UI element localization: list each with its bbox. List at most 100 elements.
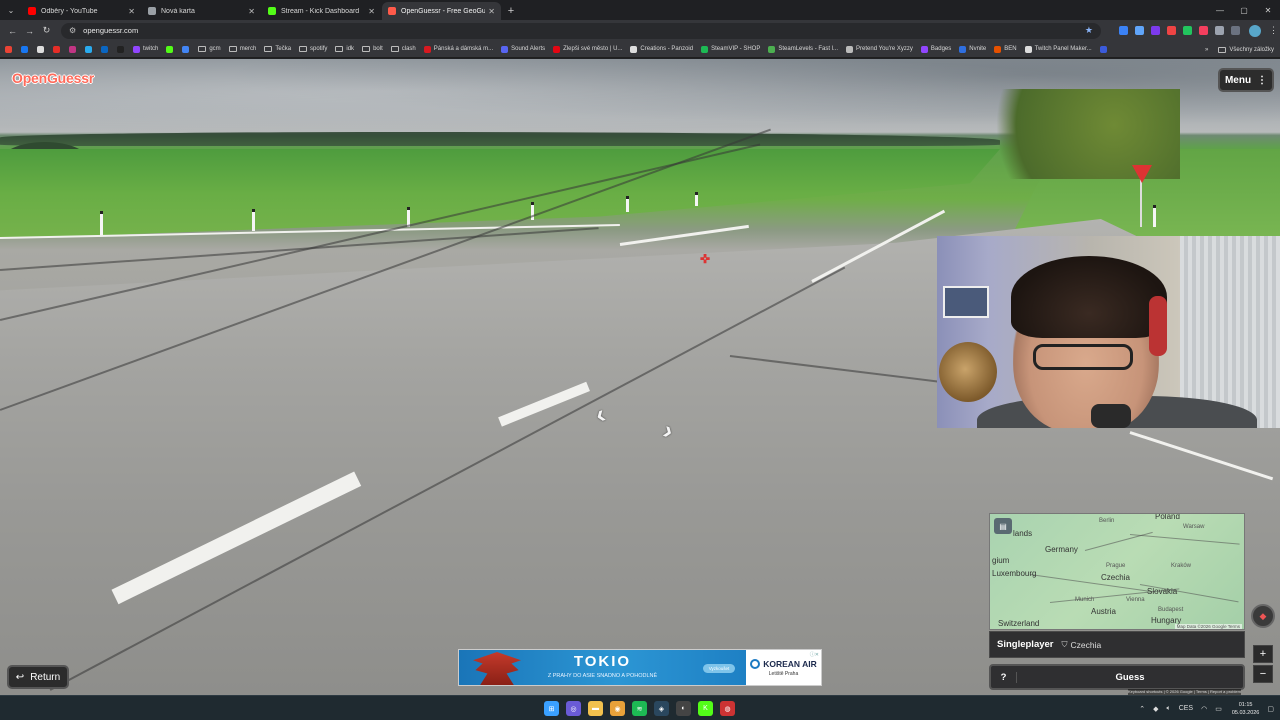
yield-sign — [1132, 165, 1152, 183]
site-info-icon[interactable]: ⚙ — [69, 26, 76, 35]
extension-icon[interactable] — [1167, 26, 1176, 35]
extension-icon[interactable] — [1183, 26, 1192, 35]
file-explorer-icon[interactable]: ▬ — [588, 701, 603, 716]
bookmark-item[interactable]: SteamVIP - SHOP — [701, 45, 760, 53]
bookmark-item[interactable]: SteamLevels - Fast l... — [768, 45, 838, 53]
bookmark-folder[interactable]: idk — [335, 46, 354, 52]
profile-avatar[interactable] — [1249, 24, 1261, 37]
bookmark-item[interactable]: Twitch Panel Maker... — [1024, 45, 1092, 53]
side-panel-icon[interactable] — [1231, 26, 1240, 35]
guess-minimap[interactable]: ▤ Map Data ©2026 Google Terms Poland Berl… — [989, 513, 1245, 630]
bookmark-item[interactable] — [117, 45, 127, 53]
maximize-icon[interactable]: ▢ — [1232, 0, 1256, 20]
kick-icon[interactable]: K — [698, 701, 713, 716]
browser-menu-icon[interactable]: ⋮ — [1269, 25, 1278, 36]
map-label-city: Warsaw — [1183, 524, 1205, 530]
volume-icon[interactable]: 🔈︎ — [1167, 705, 1171, 713]
extension-icon[interactable] — [1135, 26, 1144, 35]
wifi-icon[interactable]: ◠ — [1201, 705, 1207, 713]
bookmark-item[interactable] — [5, 45, 15, 53]
forward-icon[interactable]: → — [21, 22, 38, 39]
help-button[interactable]: ? — [991, 671, 1017, 683]
network-icon[interactable]: ◆ — [1153, 705, 1158, 713]
extensions-puzzle-icon[interactable] — [1215, 26, 1224, 35]
bookmark-folder[interactable]: clash — [390, 46, 416, 52]
bookmark-item[interactable] — [37, 45, 47, 53]
copilot-icon[interactable]: ◎ — [566, 701, 581, 716]
bookmark-item[interactable]: Badges — [920, 45, 951, 53]
map-region-label[interactable]: Czechia — [1071, 640, 1102, 650]
tab-close-icon[interactable]: ✕ — [488, 7, 495, 16]
spotify-icon[interactable]: ≋ — [632, 701, 647, 716]
bookmark-item[interactable] — [53, 45, 63, 53]
back-icon[interactable]: ← — [4, 22, 21, 39]
bookmark-item[interactable]: Pánská a dámská m... — [423, 45, 493, 53]
bookmark-folder[interactable]: gcm — [198, 46, 221, 52]
guess-button[interactable]: Guess — [1017, 672, 1243, 683]
bookmark-item[interactable]: Creations - Panzoid — [630, 45, 693, 53]
tray-overflow-icon[interactable]: ⌃ — [1139, 705, 1145, 713]
bookmark-item[interactable] — [166, 45, 176, 53]
minimize-icon[interactable]: — — [1208, 0, 1232, 20]
all-bookmarks[interactable]: » Všechny záložky — [1205, 41, 1274, 57]
tab-close-icon[interactable]: ✕ — [128, 7, 135, 16]
browser-tab[interactable]: OpenGuessr - Free GeoGuessr✕ — [382, 2, 501, 20]
tab-close-icon[interactable]: ✕ — [368, 7, 375, 16]
browser-tab[interactable]: Nová karta ✕ — [142, 2, 261, 20]
battery-icon[interactable]: ▭ — [1215, 705, 1222, 713]
folder-icon — [198, 46, 207, 52]
address-bar[interactable]: ⚙ openguessr.com ★ — [61, 22, 1101, 39]
close-window-icon[interactable]: ✕ — [1256, 0, 1280, 20]
reload-icon[interactable]: ↻ — [38, 22, 55, 39]
bookmark-item[interactable]: BEN — [994, 45, 1017, 53]
tab-close-icon[interactable]: ✕ — [248, 7, 255, 16]
compass-icon[interactable]: ◆ — [1251, 604, 1275, 628]
new-tab-button[interactable]: + — [502, 2, 520, 20]
bookmark-item[interactable] — [101, 45, 111, 53]
bookmark-item[interactable] — [1099, 45, 1110, 53]
bookmarks-overflow-icon[interactable]: » — [1205, 47, 1208, 53]
bookmark-folder[interactable]: merch — [228, 46, 256, 52]
zoom-out-button[interactable]: − — [1253, 665, 1273, 683]
bookmark-label: twitch — [143, 46, 159, 52]
steam-icon[interactable]: ◈ — [654, 701, 669, 716]
app-icon[interactable]: ◍ — [720, 701, 735, 716]
bookmark-item[interactable]: twitch — [133, 45, 159, 53]
bookmark-folder[interactable]: Tečka — [264, 46, 291, 52]
notifications-icon[interactable]: ▢ — [1267, 705, 1274, 713]
advertisement-banner[interactable]: TOKIO Z PRAHY DO ASIE SNADNO A POHODLNĚ … — [458, 649, 822, 686]
map-label-country: Poland — [1155, 513, 1180, 521]
browser-toolbar: ← → ↻ ⚙ openguessr.com ★ ⋮ — [0, 20, 1280, 41]
extension-icon[interactable] — [1119, 26, 1128, 35]
menu-button[interactable]: Menu ⋮ — [1218, 68, 1274, 92]
bookmark-item[interactable]: Sound Alerts — [501, 45, 545, 53]
bookmark-item[interactable] — [182, 45, 192, 53]
obs-icon[interactable]: ◐ — [676, 701, 691, 716]
zoom-in-button[interactable]: + — [1253, 645, 1273, 663]
bookmark-folder[interactable]: bolt — [362, 46, 383, 52]
language-indicator[interactable]: CES — [1179, 705, 1193, 712]
browser-tab[interactable]: Stream - Kick Dashboard ✕ — [262, 2, 381, 20]
bookmark-item[interactable]: Nvnite — [959, 45, 986, 53]
bookmark-item[interactable]: Zlepši své město | U... — [553, 45, 622, 53]
bookmark-item[interactable]: Pretend You're Xyzzy — [846, 45, 913, 53]
ad-cta-button[interactable]: Vyzkoušet — [703, 664, 735, 673]
bookmark-item[interactable] — [21, 45, 31, 53]
clock[interactable]: 01:15 05.03.2026 — [1232, 701, 1260, 717]
bookmark-item[interactable] — [85, 45, 95, 53]
extension-icon[interactable] — [1199, 26, 1208, 35]
roadside-post — [695, 192, 698, 206]
browser-tab[interactable]: Odběry - YouTube ✕ — [22, 2, 141, 20]
map-layers-icon[interactable]: ▤ — [994, 518, 1012, 534]
extension-icon[interactable] — [1151, 26, 1160, 35]
ad-choices-icon[interactable]: ⓘ✕ — [810, 651, 819, 658]
windows-start-icon[interactable]: ⊞ — [544, 701, 559, 716]
tab-search-icon[interactable]: ⌄ — [0, 0, 22, 20]
return-button[interactable]: ↩ Return — [7, 665, 69, 689]
bookmark-star-icon[interactable]: ★ — [1085, 25, 1093, 36]
bookmark-folder[interactable]: spotify — [299, 46, 327, 52]
openguessr-logo[interactable]: OpenGuessr — [12, 70, 94, 86]
clock-date: 05.03.2026 — [1231, 709, 1260, 716]
chrome-icon[interactable]: ◉ — [610, 701, 625, 716]
bookmark-item[interactable] — [69, 45, 79, 53]
